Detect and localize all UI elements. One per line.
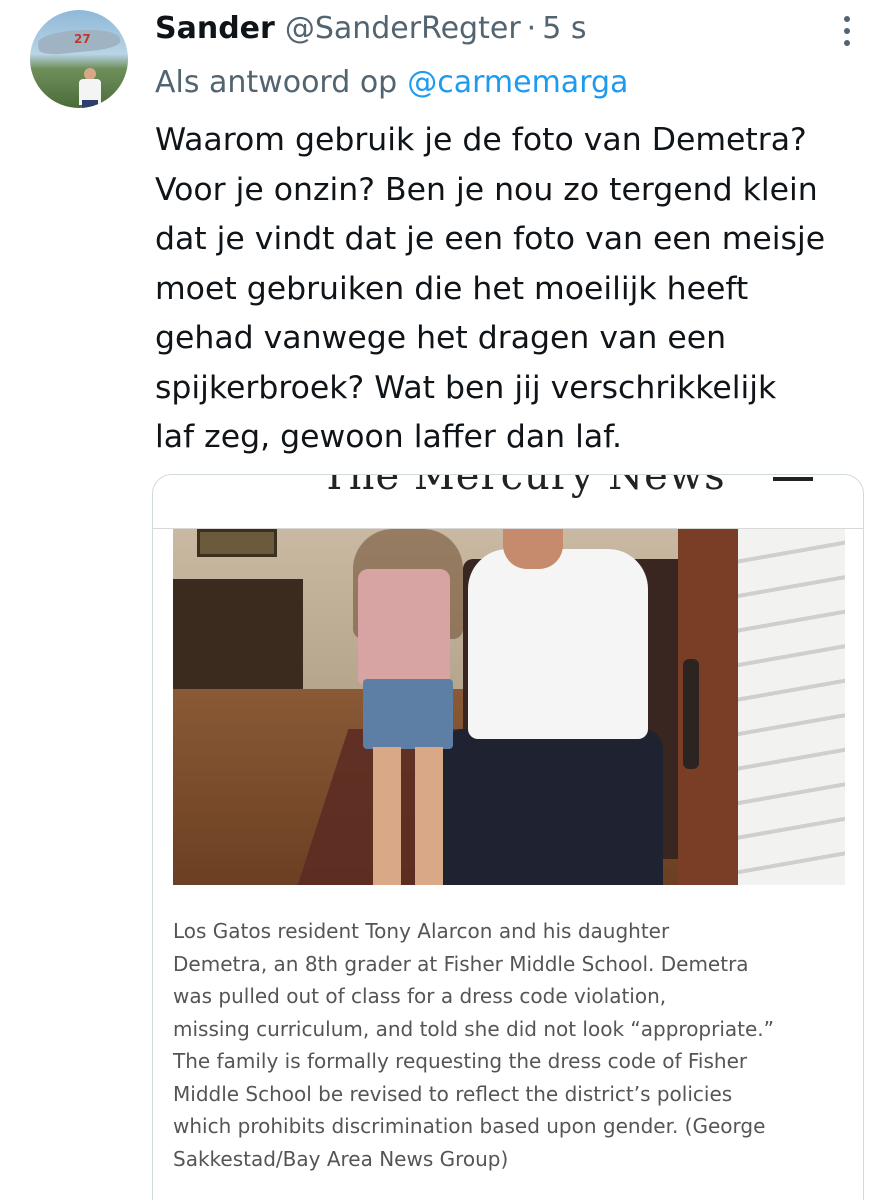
caption-line: Middle School be revised to reflect the … bbox=[173, 1081, 733, 1106]
person-legs bbox=[82, 100, 98, 108]
caption-line: missing curriculum, and told she did not… bbox=[173, 1016, 775, 1041]
more-dot bbox=[844, 16, 850, 22]
photo-girl-shorts bbox=[363, 679, 453, 749]
photo-cabinet bbox=[173, 579, 303, 699]
tweet-text-line: laf zeg, gewoon laffer dan laf. bbox=[155, 419, 622, 455]
news-photo[interactable] bbox=[173, 529, 845, 885]
tweet-text-line: moet gebruiken die het moeilijk heeft bbox=[155, 270, 749, 307]
more-dot bbox=[844, 40, 850, 46]
caption-line: was pulled out of class for a dress code… bbox=[173, 984, 667, 1008]
photo-girl-top bbox=[358, 569, 450, 684]
attached-image-card[interactable]: The Mercury News Los Gatos resident Tony… bbox=[152, 474, 864, 1200]
photo-caption: Los Gatos resident Tony Alarcon and his … bbox=[173, 915, 853, 1175]
tweet-text-line: spijkerbroek? Wat ben jij verschrikkelij… bbox=[155, 369, 777, 406]
reply-prefix: Als antwoord op bbox=[155, 64, 398, 100]
tweet-header: Sander @SanderRegter · 5 s bbox=[155, 8, 586, 48]
caption-line: Demetra, an 8th grader at Fisher Middle … bbox=[173, 951, 749, 976]
newspaper-masthead: The Mercury News bbox=[153, 475, 863, 529]
user-handle[interactable]: @SanderRegter bbox=[285, 11, 521, 46]
avatar-jet-number: 27 bbox=[74, 32, 91, 46]
photo-door-handle bbox=[683, 659, 699, 769]
menu-icon bbox=[773, 475, 813, 481]
tweet-text-line: gehad vanwege het dragen van een bbox=[155, 320, 727, 356]
caption-line: which prohibits discrimination based upo… bbox=[173, 1114, 766, 1138]
caption-line: The family is formally requesting the dr… bbox=[173, 1049, 748, 1073]
caption-line: Sakkestad/Bay Area News Group) bbox=[173, 1146, 509, 1171]
tweet-text: Waarom gebruik je de foto van Demetra? V… bbox=[155, 116, 875, 463]
tweet-text-line: Waarom gebruik je de foto van Demetra? bbox=[155, 122, 807, 158]
photo-man-pants bbox=[443, 729, 663, 885]
photo-picture-frame bbox=[197, 529, 277, 557]
avatar[interactable]: 27 bbox=[30, 10, 128, 108]
tweet-text-line: dat je vindt dat je een foto van een mei… bbox=[155, 221, 826, 257]
photo-man-head bbox=[503, 529, 563, 569]
separator-dot: · bbox=[526, 10, 537, 46]
more-dot bbox=[844, 28, 850, 34]
display-name[interactable]: Sander bbox=[155, 11, 275, 46]
caption-line: Los Gatos resident Tony Alarcon and his … bbox=[173, 919, 670, 943]
reply-context: Als antwoord op @carmemarga bbox=[155, 62, 628, 102]
masthead-logo-text: The Mercury News bbox=[321, 475, 726, 499]
tweet-timestamp[interactable]: 5 s bbox=[542, 11, 586, 46]
more-vertical-icon[interactable] bbox=[841, 16, 853, 46]
reply-mention-link[interactable]: @carmemarga bbox=[407, 65, 628, 100]
photo-girl-legs bbox=[373, 747, 443, 885]
photo-shutter bbox=[738, 529, 845, 885]
photo-man-shirt bbox=[468, 549, 648, 739]
tweet-text-line: Voor je onzin? Ben je nou zo tergend kle… bbox=[155, 171, 818, 208]
